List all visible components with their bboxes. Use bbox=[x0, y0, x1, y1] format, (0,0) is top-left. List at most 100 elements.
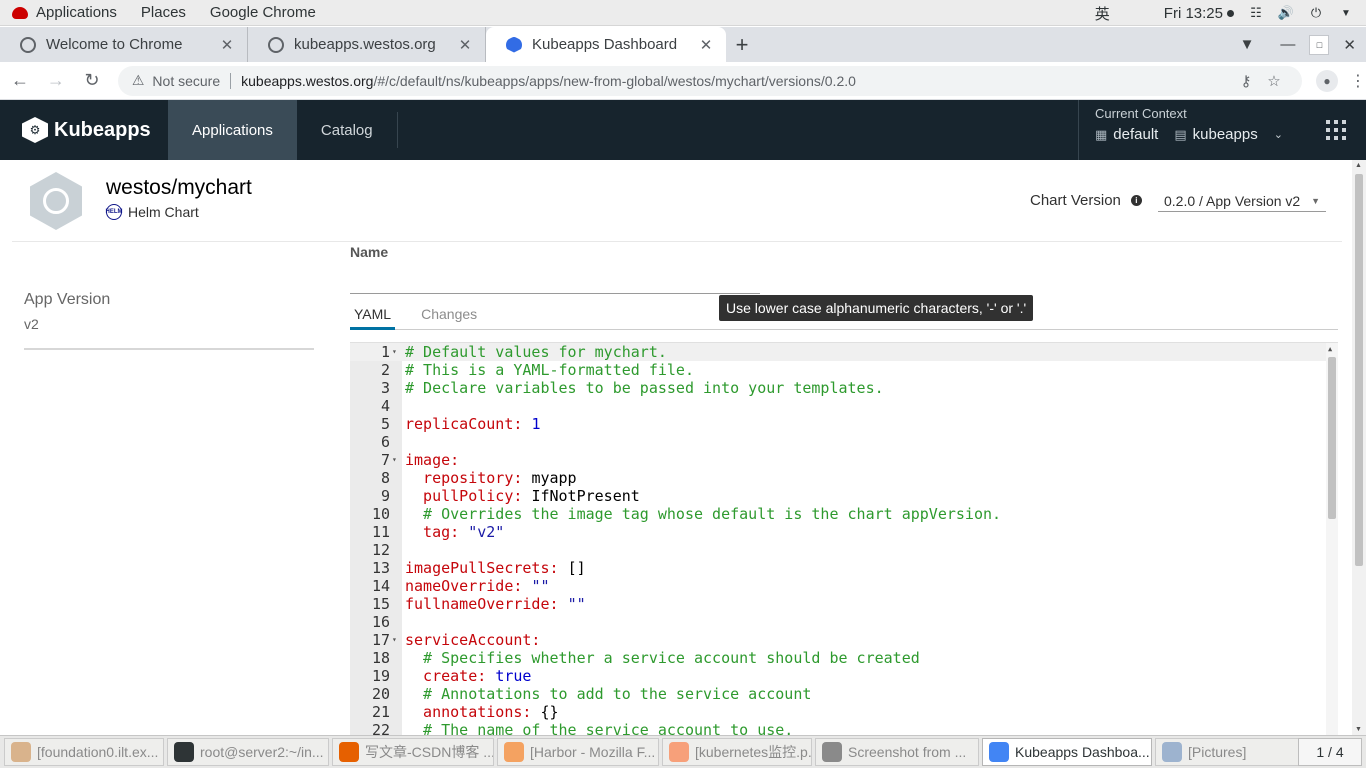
nav-catalog[interactable]: Catalog bbox=[297, 100, 397, 160]
editor-line[interactable]: 6 bbox=[350, 433, 1338, 451]
page-scroll-thumb[interactable] bbox=[1355, 174, 1363, 566]
key-icon[interactable]: ⚷ bbox=[1232, 72, 1260, 90]
kubeapps-logo-icon: ⚙ bbox=[22, 117, 48, 143]
editor-line[interactable]: 3 # Declare variables to be passed into y… bbox=[350, 379, 1338, 397]
close-icon[interactable]: ✕ bbox=[219, 36, 235, 54]
volume-icon[interactable]: 🔊 bbox=[1278, 5, 1294, 20]
editor-line[interactable]: 15 fullnameOverride: "" bbox=[350, 595, 1338, 613]
taskbar-item[interactable]: root@server2:~/in... bbox=[167, 738, 329, 766]
scroll-up-icon[interactable]: ▲ bbox=[1328, 345, 1332, 353]
app-grid-icon[interactable] bbox=[1326, 120, 1346, 140]
chart-version-select[interactable]: 0.2.0 / App Version v2 ▼ bbox=[1158, 190, 1326, 212]
divider bbox=[12, 241, 1342, 242]
minimize-icon[interactable]: — bbox=[1280, 36, 1295, 53]
close-window-icon[interactable]: ✕ bbox=[1343, 36, 1356, 54]
workspace-pager[interactable]: 1 / 4 bbox=[1298, 738, 1362, 766]
context-selector[interactable]: Current Context ▦ default ▤ kubeapps ⌄ bbox=[1078, 100, 1283, 160]
power-icon[interactable]: ⏻ bbox=[1308, 5, 1324, 20]
tab-changes[interactable]: Changes bbox=[417, 298, 481, 330]
code-token: # Declare variables to be passed into yo… bbox=[405, 379, 884, 397]
editor-line[interactable]: 21 annotations: {} bbox=[350, 703, 1338, 721]
chrome-app-menu[interactable]: Google Chrome bbox=[198, 0, 328, 26]
close-icon[interactable]: ✕ bbox=[457, 36, 473, 54]
page-scrollbar[interactable]: ▲ ▼ bbox=[1352, 160, 1366, 735]
star-icon[interactable]: ☆ bbox=[1260, 72, 1288, 90]
tab-yaml[interactable]: YAML bbox=[350, 298, 396, 330]
editor-line[interactable]: 8 repository: myapp bbox=[350, 469, 1338, 487]
editor-line[interactable]: 1 ▾ # Default values for mychart. bbox=[350, 343, 1338, 361]
editor-line[interactable]: 17 ▾ serviceAccount: bbox=[350, 631, 1338, 649]
editor-line[interactable]: 4 bbox=[350, 397, 1338, 415]
url-text[interactable]: kubeapps.westos.org/#/c/default/ns/kubea… bbox=[241, 73, 1232, 89]
fold-toggle-icon[interactable]: ▾ bbox=[392, 451, 397, 469]
window-app-icon bbox=[669, 742, 689, 762]
editor-line[interactable]: 9 pullPolicy: IfNotPresent bbox=[350, 487, 1338, 505]
fold-toggle-icon[interactable]: ▾ bbox=[392, 631, 397, 649]
fold-toggle-icon[interactable]: ▾ bbox=[392, 343, 397, 361]
editor-line[interactable]: 16 bbox=[350, 613, 1338, 631]
editor-line[interactable]: 11 tag: "v2" bbox=[350, 523, 1338, 541]
editor-line[interactable]: 10 # Overrides the image tag whose defau… bbox=[350, 505, 1338, 523]
scroll-down-icon[interactable]: ▼ bbox=[1355, 726, 1362, 733]
tab-welcome[interactable]: Welcome to Chrome ✕ bbox=[0, 27, 248, 62]
more-menu-icon[interactable]: ⋮ bbox=[1350, 71, 1366, 91]
taskbar-item[interactable]: Kubeapps Dashboa... bbox=[982, 738, 1152, 766]
code-token: # This is a YAML-formatted file. bbox=[405, 361, 694, 379]
taskbar-item[interactable]: [Pictures] bbox=[1155, 738, 1315, 766]
editor-scroll-thumb[interactable] bbox=[1328, 357, 1336, 519]
taskbar-item[interactable]: [Harbor - Mozilla F... bbox=[497, 738, 659, 766]
editor-line[interactable]: 22 # The name of the service account to … bbox=[350, 721, 1338, 735]
forward-button[interactable]: → bbox=[40, 65, 72, 97]
back-button[interactable]: ← bbox=[4, 65, 36, 97]
places-menu[interactable]: Places bbox=[129, 0, 198, 26]
profile-avatar[interactable]: ● bbox=[1316, 69, 1339, 92]
editor-line[interactable]: 14 nameOverride: "" bbox=[350, 577, 1338, 595]
code-text: nameOverride: "" bbox=[405, 577, 550, 595]
name-input[interactable] bbox=[350, 270, 760, 294]
line-number: 18 bbox=[371, 649, 390, 667]
chevron-down-icon: ▼ bbox=[1311, 195, 1320, 206]
editor-line[interactable]: 19 create: true bbox=[350, 667, 1338, 685]
editor-line[interactable]: 12 bbox=[350, 541, 1338, 559]
editor-scrollbar[interactable]: ▲ bbox=[1326, 343, 1338, 735]
close-icon[interactable]: ✕ bbox=[698, 36, 714, 54]
applications-menu[interactable]: Applications bbox=[0, 0, 129, 26]
editor-line[interactable]: 5 replicaCount: 1 bbox=[350, 415, 1338, 433]
address-bar[interactable]: ⚠ Not secure kubeapps.westos.org/#/c/def… bbox=[117, 65, 1303, 96]
chevron-down-icon[interactable]: ⌄ bbox=[1274, 128, 1283, 141]
code-text: pullPolicy: IfNotPresent bbox=[405, 487, 640, 505]
window-app-icon bbox=[174, 742, 194, 762]
editor-line[interactable]: 20 # Annotations to add to the service a… bbox=[350, 685, 1338, 703]
chart-title: westos/mychart bbox=[106, 176, 252, 199]
editor-line[interactable]: 2 # This is a YAML-formatted file. bbox=[350, 361, 1338, 379]
code-token: "" bbox=[531, 577, 550, 595]
clock[interactable]: Fri 13:25 bbox=[1164, 5, 1234, 22]
redhat-icon bbox=[12, 6, 28, 19]
editor-line[interactable]: 7 ▾ image: bbox=[350, 451, 1338, 469]
taskbar-item[interactable]: [kubernetes监控.p... bbox=[662, 738, 812, 766]
scroll-up-icon[interactable]: ▲ bbox=[1355, 162, 1362, 169]
kubeapps-logo[interactable]: ⚙ Kubeapps bbox=[0, 100, 168, 160]
tab-kubeapps-dashboard[interactable]: Kubeapps Dashboard ✕ bbox=[486, 27, 726, 62]
tab-kubeapps-westos[interactable]: kubeapps.westos.org ✕ bbox=[248, 27, 486, 62]
warning-icon[interactable]: ⚠ bbox=[132, 72, 145, 89]
new-tab-button[interactable]: + bbox=[726, 27, 758, 62]
chevron-down-icon[interactable]: ▼ bbox=[1338, 6, 1354, 20]
taskbar-item[interactable]: [foundation0.ilt.ex... bbox=[4, 738, 164, 766]
tab-search-icon[interactable]: ▼ bbox=[1240, 36, 1255, 53]
line-number: 15 bbox=[371, 595, 390, 613]
maximize-icon[interactable]: □ bbox=[1309, 34, 1330, 55]
yaml-editor[interactable]: 1 ▾ # Default values for mychart. 2 # This i… bbox=[350, 342, 1338, 735]
nav-applications[interactable]: Applications bbox=[168, 100, 297, 160]
network-icon[interactable]: ☷ bbox=[1248, 5, 1264, 20]
divider bbox=[24, 348, 314, 350]
taskbar-item[interactable]: Screenshot from ... bbox=[815, 738, 979, 766]
taskbar-item[interactable]: 写文章-CSDN博客 ... bbox=[332, 738, 494, 766]
reload-button[interactable]: ↻ bbox=[76, 65, 108, 97]
input-method-indicator[interactable]: 英 bbox=[1095, 3, 1110, 24]
editor-line[interactable]: 13 imagePullSecrets: [] bbox=[350, 559, 1338, 577]
editor-line[interactable]: 18 # Specifies whether a service account… bbox=[350, 649, 1338, 667]
info-icon[interactable]: i bbox=[1130, 195, 1142, 206]
globe-icon bbox=[20, 36, 36, 53]
code-text: # Overrides the image tag whose default … bbox=[405, 505, 1001, 523]
